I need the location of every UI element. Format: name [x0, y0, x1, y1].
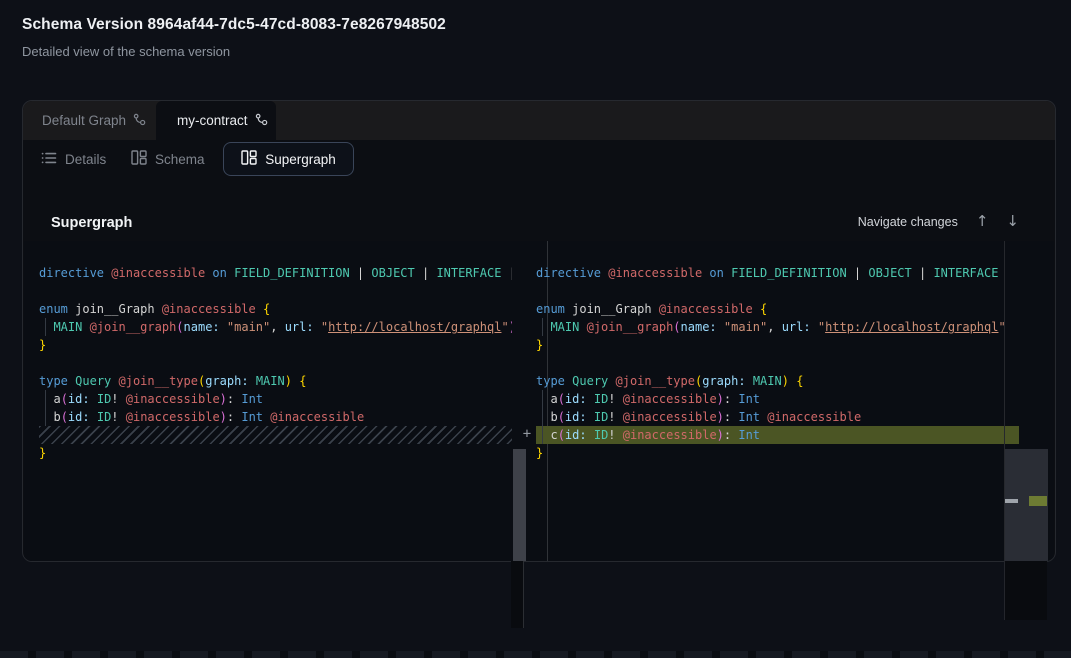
code-line [526, 354, 1004, 372]
tab-default-graph-label: Default Graph [42, 113, 126, 128]
subtab-supergraph-label: Supergraph [265, 152, 336, 167]
diff-pane-original[interactable]: directive @inaccessible on FIELD_DEFINIT… [24, 241, 512, 561]
tab-my-contract-label: my-contract [177, 113, 248, 128]
navigate-changes-label: Navigate changes [858, 215, 958, 229]
indent-guide [542, 318, 543, 336]
code-line: b(id: ID! @inaccessible): Int @inaccessi… [24, 408, 512, 426]
left-scrollbar-thumb[interactable] [513, 449, 526, 562]
code-line: MAIN @join__graph(name: "main", url: "ht… [24, 318, 512, 336]
code-line: b(id: ID! @inaccessible): Int @inaccessi… [526, 408, 1004, 426]
code-line: directive @inaccessible on FIELD_DEFINIT… [526, 264, 1004, 282]
code-line: MAIN @join__graph(name: "main", url: "ht… [526, 318, 1004, 336]
right-scrollbar-track-overflow [1004, 561, 1047, 620]
variant-fork-icon [255, 113, 268, 129]
code-line: type Query @join__type(graph: MAIN) { [526, 372, 1004, 390]
page-subtitle: Detailed view of the schema version [22, 44, 230, 59]
diff-editor: directive @inaccessible on FIELD_DEFINIT… [24, 241, 1054, 561]
code-line: type Query @join__type(graph: MAIN) { [24, 372, 512, 390]
list-icon [41, 151, 57, 168]
subtab-schema-label: Schema [155, 152, 205, 167]
panels-icon [131, 150, 147, 168]
tab-my-contract[interactable]: my-contract [156, 101, 276, 140]
page-title: Schema Version 8964af44-7dc5-47cd-8083-7… [22, 16, 446, 34]
schema-version-card: Default Graph my-contract [22, 100, 1056, 562]
left-scrollbar-track-overflow [511, 561, 524, 628]
view-subtabs: Details Schema [23, 140, 1055, 178]
code-line: directive @inaccessible on FIELD_DEFINIT… [24, 264, 512, 282]
diff-insert-sign: + [519, 426, 535, 443]
code-line: } [526, 336, 1004, 354]
diff-pane-modified[interactable]: directive @inaccessible on FIELD_DEFINIT… [526, 241, 1004, 561]
subtab-details-label: Details [65, 152, 106, 167]
code-line [24, 282, 512, 300]
subtab-schema[interactable]: Schema [131, 140, 205, 178]
code-line: } [526, 444, 1004, 462]
schema-version-page: Schema Version 8964af44-7dc5-47cd-8083-7… [0, 0, 1071, 658]
subtab-details[interactable]: Details [41, 140, 106, 178]
code-line: enum join__Graph @inaccessible { [24, 300, 512, 318]
variant-tabstrip: Default Graph my-contract [23, 101, 1055, 140]
code-line [526, 282, 1004, 300]
code-line [24, 354, 512, 372]
diff-placeholder-row [39, 426, 512, 444]
navigate-changes: Navigate changes ↑ ↓ [858, 214, 1019, 229]
overview-added-marker [1029, 496, 1047, 506]
bottom-dashed-edge [0, 651, 1071, 658]
code-line: } [24, 336, 512, 354]
indent-guide [542, 390, 543, 444]
indent-guide [45, 318, 46, 336]
diff-added-line: c(id: ID! @inaccessible): Int [536, 426, 1019, 444]
code-line: } [24, 444, 512, 462]
code-line: a(id: ID! @inaccessible): Int [526, 390, 1004, 408]
panels-icon [241, 150, 257, 168]
code-line: enum join__Graph @inaccessible { [526, 300, 1004, 318]
arrow-up-icon[interactable]: ↑ [976, 214, 989, 229]
tab-default-graph[interactable]: Default Graph [23, 101, 156, 140]
arrow-down-icon[interactable]: ↓ [1006, 214, 1019, 229]
indent-guide [45, 390, 46, 426]
subtab-supergraph[interactable]: Supergraph [223, 142, 354, 176]
supergraph-section-title: Supergraph [51, 215, 132, 231]
code-line: a(id: ID! @inaccessible): Int [24, 390, 512, 408]
variant-fork-icon [133, 113, 146, 129]
overview-cursor-marker [1005, 499, 1018, 503]
